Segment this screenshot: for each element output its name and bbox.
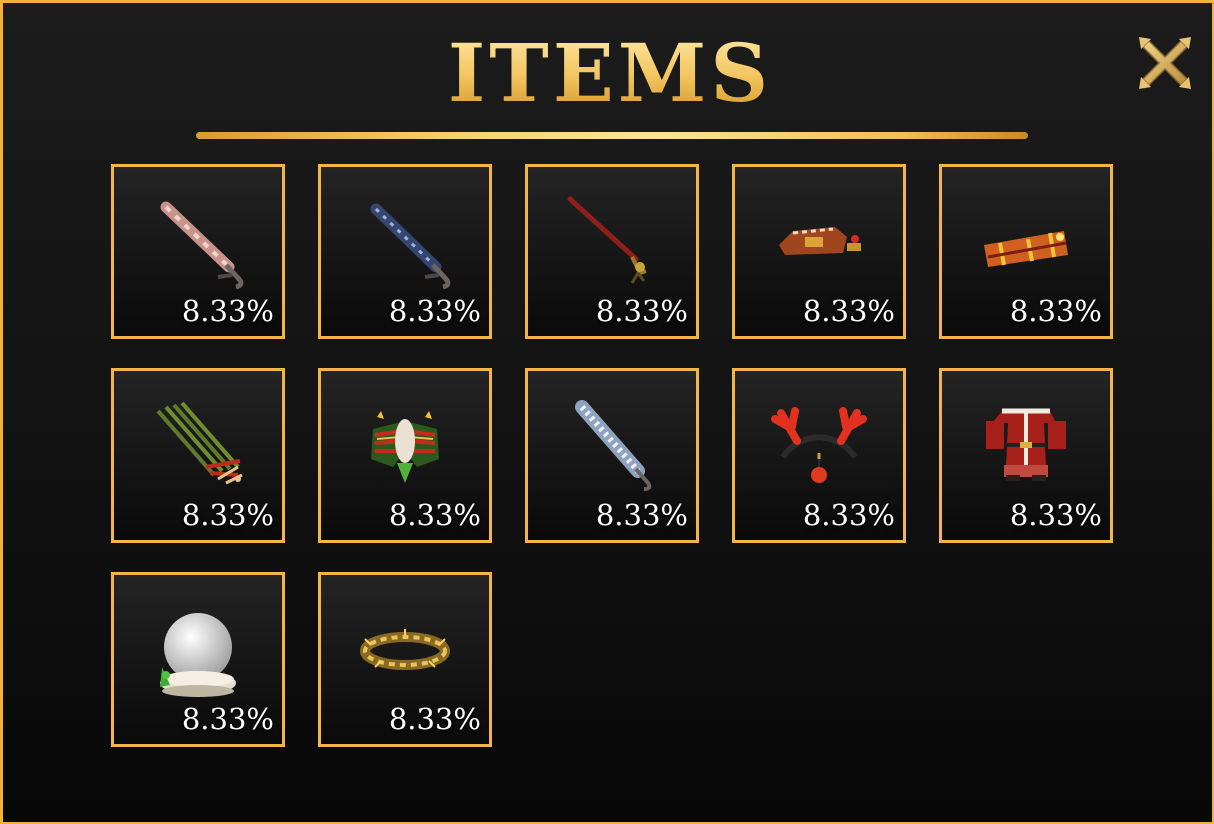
- page-title: ITEMS: [3, 33, 1214, 113]
- item-slot[interactable]: 8.33%: [939, 368, 1113, 543]
- drop-chance: 8.33%: [181, 294, 274, 328]
- drop-chance: 8.33%: [181, 702, 274, 736]
- item-slot[interactable]: 8.33%: [732, 368, 906, 543]
- drop-chance: 8.33%: [1009, 294, 1102, 328]
- item-slot[interactable]: 8.33%: [318, 164, 492, 339]
- item-slot[interactable]: 8.33%: [111, 164, 285, 339]
- drop-chance: 8.33%: [388, 498, 481, 532]
- item-slot[interactable]: 8.33%: [111, 572, 285, 747]
- title-divider: [196, 132, 1028, 139]
- drop-chance: 8.33%: [1009, 498, 1102, 532]
- drop-chance: 8.33%: [595, 294, 688, 328]
- drop-chance: 8.33%: [181, 498, 274, 532]
- close-button[interactable]: [1133, 31, 1197, 95]
- item-slot[interactable]: 8.33%: [939, 164, 1113, 339]
- item-slot[interactable]: 8.33%: [111, 368, 285, 543]
- drop-chance: 8.33%: [388, 294, 481, 328]
- drop-chance: 8.33%: [802, 498, 895, 532]
- items-grid: 8.33% 8.33% 8.33% 8.33% 8.33% 8.33% 8.33…: [111, 164, 1114, 747]
- drop-chance: 8.33%: [388, 702, 481, 736]
- items-panel: ITEMS 8.33% 8.33% 8.33% 8.33% 8.33% 8.33…: [0, 0, 1214, 824]
- item-slot[interactable]: 8.33%: [318, 368, 492, 543]
- drop-chance: 8.33%: [802, 294, 895, 328]
- drop-chance: 8.33%: [595, 498, 688, 532]
- item-slot[interactable]: 8.33%: [732, 164, 906, 339]
- item-slot[interactable]: 8.33%: [525, 164, 699, 339]
- item-slot[interactable]: 8.33%: [318, 572, 492, 747]
- item-slot[interactable]: 8.33%: [525, 368, 699, 543]
- close-x-icon: [1139, 37, 1191, 89]
